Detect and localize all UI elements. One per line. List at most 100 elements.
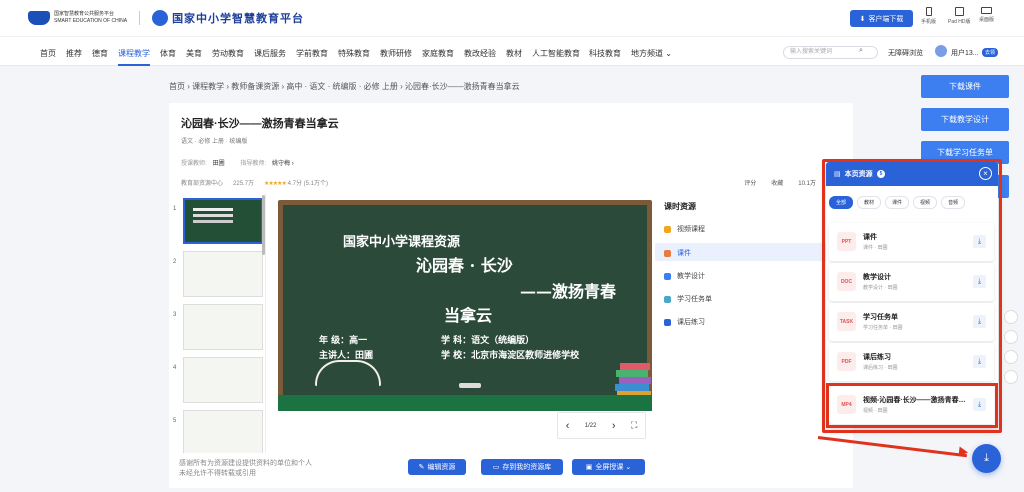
task-icon [664, 295, 671, 303]
lesson-resource-heading: 课时资源 [664, 202, 696, 211]
rating-count: (5.1万个) [303, 181, 328, 187]
user-badge[interactable]: 去领 [982, 48, 999, 57]
lesson-resource-exercise[interactable]: 课后练习 [664, 317, 705, 327]
nav-item-recommend[interactable]: 推荐 [66, 48, 82, 59]
search-input[interactable]: 输入搜索关键词 [783, 46, 878, 59]
site-logo[interactable]: 国家中小学智慧教育平台 [152, 10, 304, 26]
slide-pager: ‹ 1/22 › ⛶ [557, 412, 646, 439]
slide-grade: 年 级：高一 [319, 336, 368, 346]
slide-subtitle: ——激扬青春 [520, 282, 617, 301]
main-nav: 首页 推荐 德育 课程教学 体育 美育 劳动教育 课后服务 学前教育 特殊教育 … [0, 36, 1024, 66]
avatar[interactable] [935, 45, 947, 57]
user-name[interactable]: 用户13... [951, 48, 979, 58]
fullscreen-teach-button[interactable]: ▣ 全屏授课 ⌄ [572, 459, 645, 475]
nav-item-tech[interactable]: 科技教育 [589, 48, 621, 59]
lesson-resource-video[interactable]: 视频课程 [664, 224, 705, 234]
nav-item-teacher[interactable]: 教师研修 [380, 48, 412, 59]
slide-thumbnail[interactable]: 5 [173, 410, 263, 453]
slide-thumbnail[interactable]: 2 [173, 251, 263, 297]
pad-icon [954, 7, 964, 16]
nav-item-labor[interactable]: 劳动教育 [212, 48, 244, 59]
slide-thumbnail-list[interactable]: 1 2 3 4 5 [169, 193, 266, 453]
slide-thumbnail[interactable]: 1 [173, 198, 263, 244]
platform-name-small: 国家智慧教育公共服务平台 [54, 11, 115, 17]
folder-icon: ▭ [492, 464, 500, 471]
nav-item-family[interactable]: 家庭教育 [422, 48, 454, 59]
teacher-name[interactable]: 田圃 [213, 161, 225, 167]
nav-active-indicator [118, 64, 150, 66]
nav-item-preschool[interactable]: 学前教育 [296, 48, 328, 59]
slide-subtitle-end: 当拿云 [444, 306, 493, 325]
nav-item-sports[interactable]: 体育 [160, 48, 176, 59]
nav-item-course[interactable]: 课程教学 [118, 48, 150, 59]
like-button[interactable]: 10.1万 [798, 178, 816, 187]
logo-divider [139, 11, 141, 25]
chalkboard-ledge [278, 395, 652, 411]
prev-page-button[interactable]: ‹ [566, 420, 570, 432]
fullscreen-icon[interactable]: ⛶ [631, 420, 637, 431]
courseware-viewer: 1 2 3 4 5 国家中小学课程资源 沁园春 · 长沙 ——激扬青春 当拿云 … [169, 193, 853, 488]
resource-info-card: 沁园春·长沙——激扬青春当拿云 语文 · 必修 上册 · 统编版 授课教师: 田圃… [169, 103, 853, 193]
star-icon: ★★★★★ [264, 181, 287, 187]
screen-icon: ▣ [585, 464, 593, 471]
guide-teacher-name[interactable]: 姚守梅 › [272, 161, 294, 167]
download-courseware-button[interactable]: 下载课件 [921, 75, 1009, 98]
nav-item-arts[interactable]: 美育 [186, 48, 202, 59]
download-design-button[interactable]: 下载教学设计 [921, 108, 1009, 131]
float-tool-button[interactable] [1004, 370, 1018, 384]
platform-logo-mark [28, 11, 50, 25]
source-label: 教育部资源中心 [181, 181, 224, 187]
platform-logo[interactable]: 国家智慧教育公共服务平台 SMART EDUCATION OF CHINA [28, 11, 127, 25]
nav-item-afterschool[interactable]: 课后服务 [254, 48, 286, 59]
nav-item-home[interactable]: 首页 [40, 48, 56, 59]
thumbnail-scrollbar[interactable] [262, 195, 265, 255]
site-logo-mark [152, 10, 169, 26]
book-stack-illustration [615, 363, 651, 398]
edit-icon: ✎ [418, 464, 425, 471]
edit-resource-button[interactable]: ✎ 编辑资源 [408, 459, 466, 475]
nav-item-textbook[interactable]: 教材 [506, 48, 522, 59]
float-tool-button[interactable] [1004, 330, 1018, 344]
save-to-library-button[interactable]: ▭ 存到我的资源库 [481, 459, 563, 475]
slide-heading: 国家中小学课程资源 [343, 235, 461, 250]
rating-score: 4.7分 [287, 181, 302, 187]
slide-subject: 学 科：语文（统编版） [441, 336, 535, 346]
slide-title: 沁园春 · 长沙 [416, 256, 513, 275]
copyright-notice: 感谢所有为资源建设提供资料的单位和个人 未经允许不得转载或引用 [179, 460, 312, 477]
nav-item-moral[interactable]: 德育 [92, 48, 108, 59]
float-tool-button[interactable] [1004, 310, 1018, 324]
slide-school: 学 校：北京市海淀区教师进修学校 [441, 351, 580, 361]
courseware-icon [664, 249, 671, 257]
client-download-button[interactable]: ⬇ 客户端下载 [850, 10, 913, 27]
search-icon[interactable]: ⌕ [859, 47, 863, 55]
lesson-resource-courseware[interactable]: 课件 [664, 248, 691, 258]
open-book-illustration [315, 360, 381, 386]
breadcrumb[interactable]: 首页 › 课程教学 › 教师备课资源 › 高中 · 语文 · 统编版 · 必修 … [169, 81, 520, 92]
nav-item-reform[interactable]: 教改经验 [464, 48, 496, 59]
float-tool-button[interactable] [1004, 350, 1018, 364]
design-icon [664, 272, 671, 280]
next-page-button[interactable]: › [612, 420, 616, 432]
lesson-resource-task[interactable]: 学习任务单 [664, 294, 712, 304]
nav-item-local[interactable]: 地方频道 ⌄ [631, 48, 672, 59]
teacher-info: 授课教师: 田圃 指导教师: 姚守梅 › [181, 161, 294, 167]
desktop-icon [981, 7, 992, 14]
favorite-button[interactable]: 收藏 [771, 178, 783, 187]
phone-icon [925, 7, 932, 16]
desktop-version-link[interactable]: 桌面版 [979, 7, 994, 23]
slide-thumbnail[interactable]: 3 [173, 304, 263, 350]
slide-thumbnail[interactable]: 4 [173, 357, 263, 403]
rate-button[interactable]: 评分 [744, 178, 756, 187]
floating-download-button[interactable]: ⤓ [972, 444, 1001, 473]
accessibility-link[interactable]: 无障碍浏览 [888, 48, 923, 58]
video-icon [664, 225, 671, 233]
nav-item-special[interactable]: 特殊教育 [338, 48, 370, 59]
slide-preview[interactable]: 国家中小学课程资源 沁园春 · 长沙 ——激扬青春 当拿云 年 级：高一 学 科… [278, 200, 652, 411]
chalk-eraser [459, 383, 481, 388]
lesson-resource-design[interactable]: 教学设计 [664, 271, 705, 281]
pad-version-link[interactable]: Pad HD版 [948, 7, 971, 25]
mobile-version-link[interactable]: 手机版 [921, 7, 936, 25]
annotation-arrow-head [958, 446, 969, 458]
subject-info: 语文 · 必修 上册 · 统编版 [181, 139, 248, 145]
nav-item-ai[interactable]: 人工智能教育 [532, 48, 580, 59]
